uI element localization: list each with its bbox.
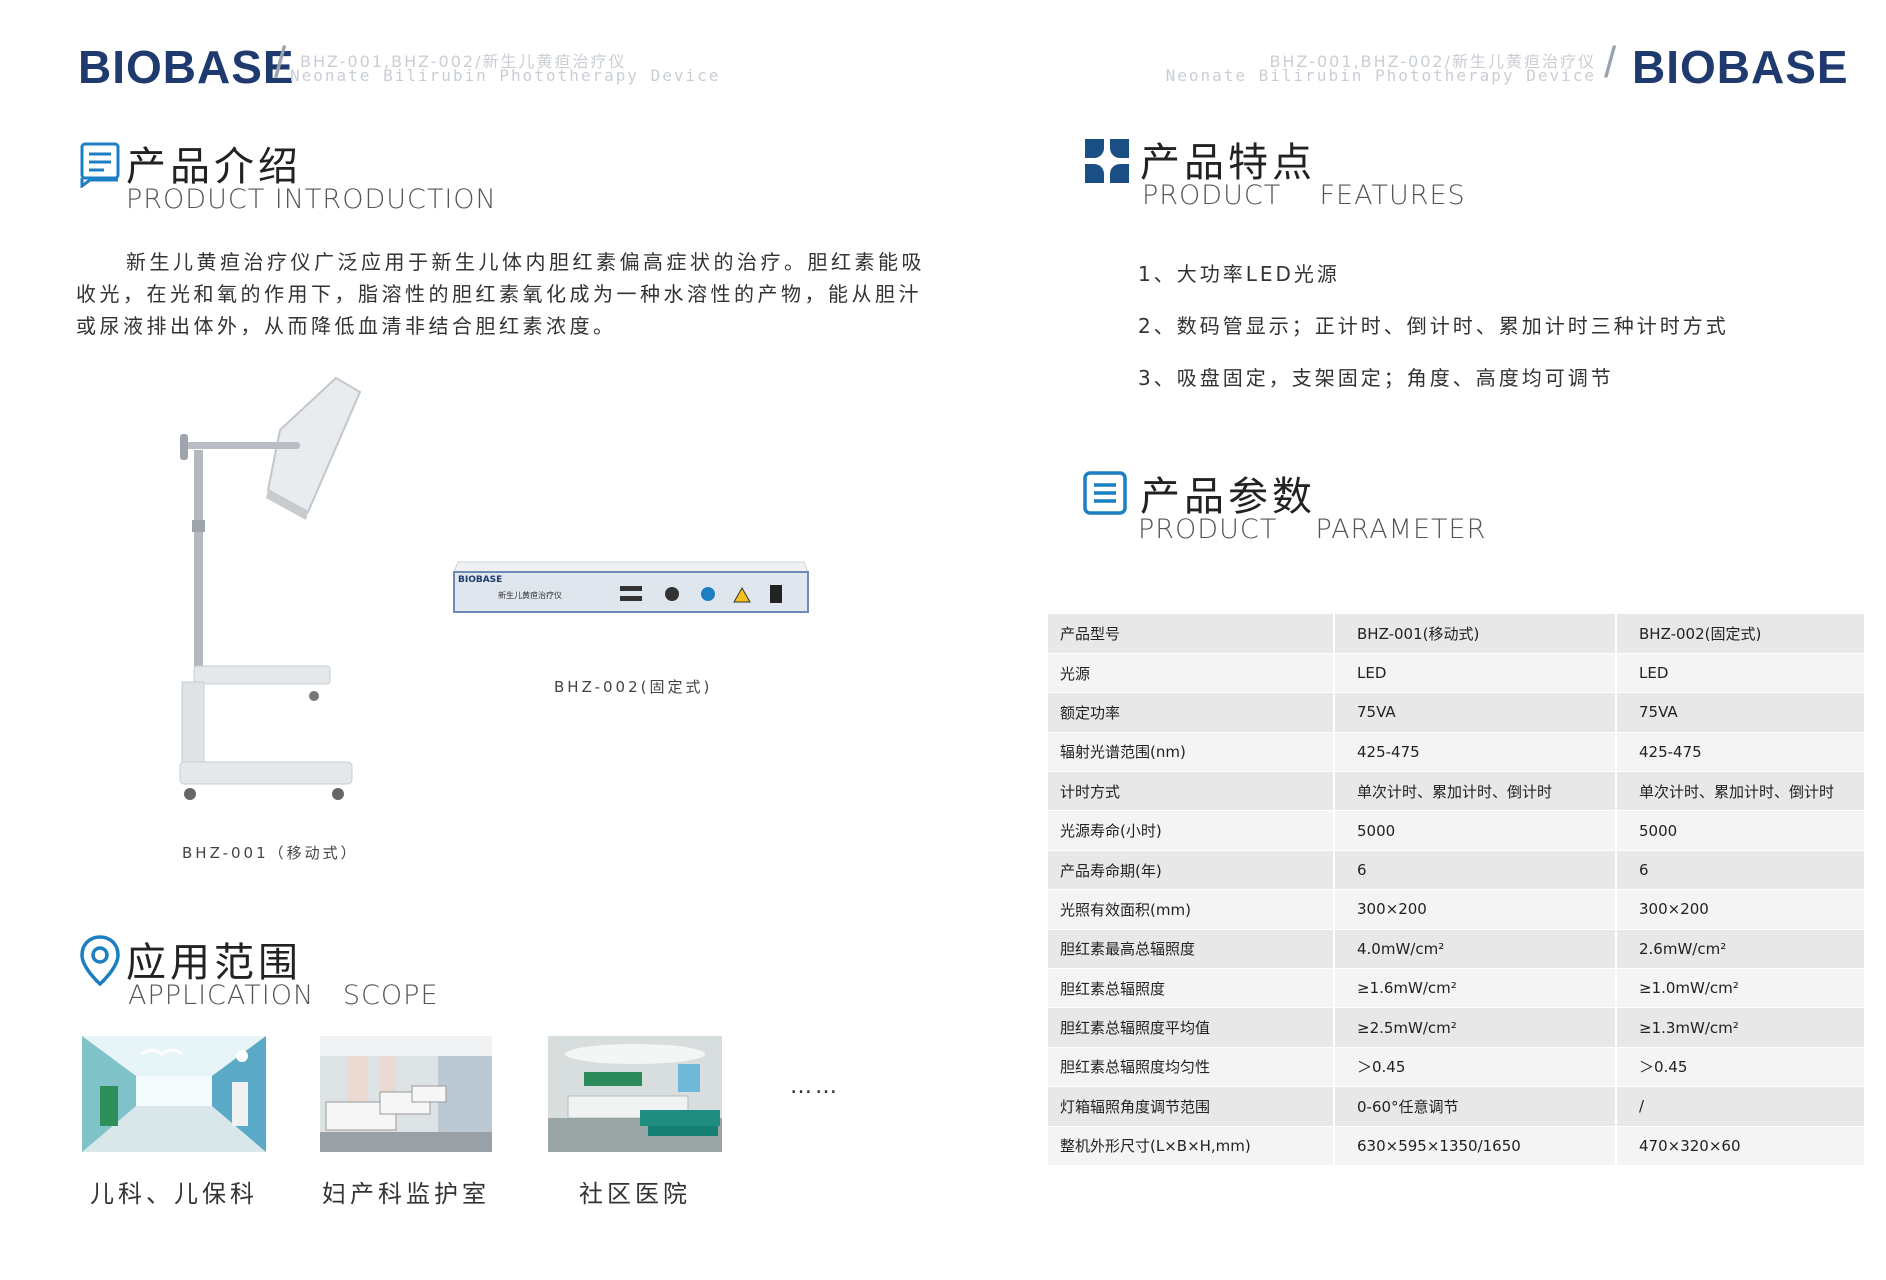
location-pin-icon <box>78 934 122 988</box>
param-name-cell: 光源 <box>1048 653 1334 694</box>
table-row: 额定功率 75VA 75VA <box>1048 692 1864 733</box>
bhz002-value-cell: ≥1.3mW/cm² <box>1615 1007 1864 1048</box>
param-name-cell: 胆红素总辐照度均匀性 <box>1048 1047 1334 1088</box>
param-name-cell: 光源寿命(小时) <box>1048 810 1334 851</box>
bhz002-value-cell: 470×320×60 <box>1615 1126 1864 1166</box>
fixed-device-name: 新生儿黄疸治疗仪 <box>498 591 562 600</box>
bhz001-value-cell: ≥1.6mW/cm² <box>1333 968 1616 1009</box>
scope-label-pediatrics: 儿科、儿保科 <box>90 1180 258 1208</box>
bhz001-value-cell: 6 <box>1333 850 1616 891</box>
bhz001-value-cell: LED <box>1333 653 1616 694</box>
table-row: 胆红素最高总辐照度 4.0mW/cm² 2.6mW/cm² <box>1048 929 1864 970</box>
bhz002-value-cell: LED <box>1615 653 1864 694</box>
table-row: 计时方式 单次计时、累加计时、倒计时 单次计时、累加计时、倒计时 <box>1048 771 1864 812</box>
table-row: 辐射光谱范围(nm) 425-475 425-475 <box>1048 732 1864 773</box>
scope-label-community: 社区医院 <box>579 1180 691 1208</box>
bhz002-value-cell: 425-475 <box>1615 732 1864 773</box>
fixed-device-image: BIOBASE 新生儿黄疸治疗仪 <box>452 556 810 616</box>
bhz002-value-cell: ≥1.0mW/cm² <box>1615 968 1864 1009</box>
bhz001-value-cell: ＞0.45 <box>1333 1047 1616 1088</box>
bhz001-value-cell: 425-475 <box>1333 732 1616 773</box>
bhz002-value-cell: BHZ-002(固定式) <box>1615 614 1864 654</box>
brand-logo-right: BIOBASE <box>1632 41 1849 93</box>
scope-ellipsis: …… <box>790 1074 840 1099</box>
bhz001-value-cell: ≥2.5mW/cm² <box>1333 1007 1616 1048</box>
param-name-cell: 辐射光谱范围(nm) <box>1048 732 1334 773</box>
table-row: 灯箱辐照角度调节范围 0-60°任意调节 / <box>1048 1086 1864 1127</box>
table-row: 光源 LED LED <box>1048 653 1864 694</box>
bhz001-value-cell: 4.0mW/cm² <box>1333 929 1616 970</box>
bhz002-value-cell: 单次计时、累加计时、倒计时 <box>1615 771 1864 812</box>
param-name-cell: 灯箱辐照角度调节范围 <box>1048 1086 1334 1127</box>
bhz001-value-cell: 0-60°任意调节 <box>1333 1086 1616 1127</box>
param-name-cell: 胆红素最高总辐照度 <box>1048 929 1334 970</box>
bhz002-value-cell: 2.6mW/cm² <box>1615 929 1864 970</box>
bhz001-value-cell: 5000 <box>1333 810 1616 851</box>
table-row: 整机外形尺寸(L×B×H,mm) 630×595×1350/1650 470×320… <box>1048 1126 1864 1166</box>
table-row: 胆红素总辐照度平均值 ≥2.5mW/cm² ≥1.3mW/cm² <box>1048 1007 1864 1048</box>
param-name-cell: 胆红素总辐照度平均值 <box>1048 1007 1334 1048</box>
community-hospital-photo <box>548 1036 722 1152</box>
bhz001-value-cell: 75VA <box>1333 692 1616 733</box>
brand-logo-left: BIOBASE <box>78 41 295 93</box>
param-name-cell: 额定功率 <box>1048 692 1334 733</box>
bhz001-value-cell: 300×200 <box>1333 889 1616 930</box>
header-slash-left: / <box>274 38 287 87</box>
param-name-cell: 产品型号 <box>1048 614 1334 654</box>
param-name-cell: 光照有效面积(mm) <box>1048 889 1334 930</box>
parameter-list-icon <box>1082 470 1128 516</box>
param-name-cell: 产品寿命期(年) <box>1048 850 1334 891</box>
mobile-device-caption: BHZ-001（移动式） <box>182 844 359 862</box>
features-clover-icon <box>1082 136 1132 186</box>
table-row: 胆红素总辐照度 ≥1.6mW/cm² ≥1.0mW/cm² <box>1048 968 1864 1009</box>
table-row: 产品型号 BHZ-001(移动式) BHZ-002(固定式) <box>1048 614 1864 654</box>
bhz002-value-cell: 75VA <box>1615 692 1864 733</box>
table-row: 产品寿命期(年) 6 6 <box>1048 850 1864 891</box>
bhz002-value-cell: ＞0.45 <box>1615 1047 1864 1088</box>
feature-item-1: 1、大功率LED光源 <box>1138 262 1340 286</box>
header-device-left: Neonate Bilirubin Phototherapy Device <box>290 66 721 85</box>
features-title-en: PRODUCT FEATURES <box>1142 180 1466 211</box>
table-row: 胆红素总辐照度均匀性 ＞0.45 ＞0.45 <box>1048 1047 1864 1088</box>
header-device-right: Neonate Bilirubin Phototherapy Device <box>1165 66 1596 85</box>
table-row: 光照有效面积(mm) 300×200 300×200 <box>1048 889 1864 930</box>
param-name-cell: 胆红素总辐照度 <box>1048 968 1334 1009</box>
intro-title-en: PRODUCT INTRODUCTION <box>126 184 497 215</box>
parameter-title-en: PRODUCT PARAMETER <box>1138 514 1487 545</box>
bhz002-value-cell: 300×200 <box>1615 889 1864 930</box>
parameter-table: 产品型号 BHZ-001(移动式) BHZ-002(固定式) 光源 LED LED 额定功率… <box>1048 614 1864 1166</box>
scope-label-obstetrics: 妇产科监护室 <box>322 1180 490 1208</box>
feature-item-2: 2、数码管显示；正计时、倒计时、累加计时三种计时方式 <box>1138 314 1729 338</box>
pediatrics-photo <box>82 1036 266 1152</box>
mobile-device-image <box>170 370 370 810</box>
bhz001-value-cell: 单次计时、累加计时、倒计时 <box>1333 771 1616 812</box>
document-icon <box>76 140 124 189</box>
fixed-device-brand: BIOBASE <box>458 575 503 585</box>
param-name-cell: 计时方式 <box>1048 771 1334 812</box>
bhz002-value-cell: 5000 <box>1615 810 1864 851</box>
scope-title-en: APPLICATION SCOPE <box>128 980 439 1011</box>
bhz001-value-cell: 630×595×1350/1650 <box>1333 1126 1616 1166</box>
bhz002-value-cell: 6 <box>1615 850 1864 891</box>
bhz002-value-cell: / <box>1615 1086 1864 1127</box>
fixed-device-caption: BHZ-002(固定式) <box>554 678 713 696</box>
param-name-cell: 整机外形尺寸(L×B×H,mm) <box>1048 1126 1334 1166</box>
bhz001-value-cell: BHZ-001(移动式) <box>1333 614 1616 654</box>
feature-item-3: 3、吸盘固定，支架固定；角度、高度均可调节 <box>1138 366 1614 390</box>
intro-paragraph: 新生儿黄疸治疗仪广泛应用于新生儿体内胆红素偏高症状的治疗。胆红素能吸收光，在光和… <box>76 250 925 338</box>
table-row: 光源寿命(小时) 5000 5000 <box>1048 810 1864 851</box>
obstetrics-ward-photo <box>320 1036 492 1152</box>
header-slash-right: / <box>1604 38 1617 87</box>
